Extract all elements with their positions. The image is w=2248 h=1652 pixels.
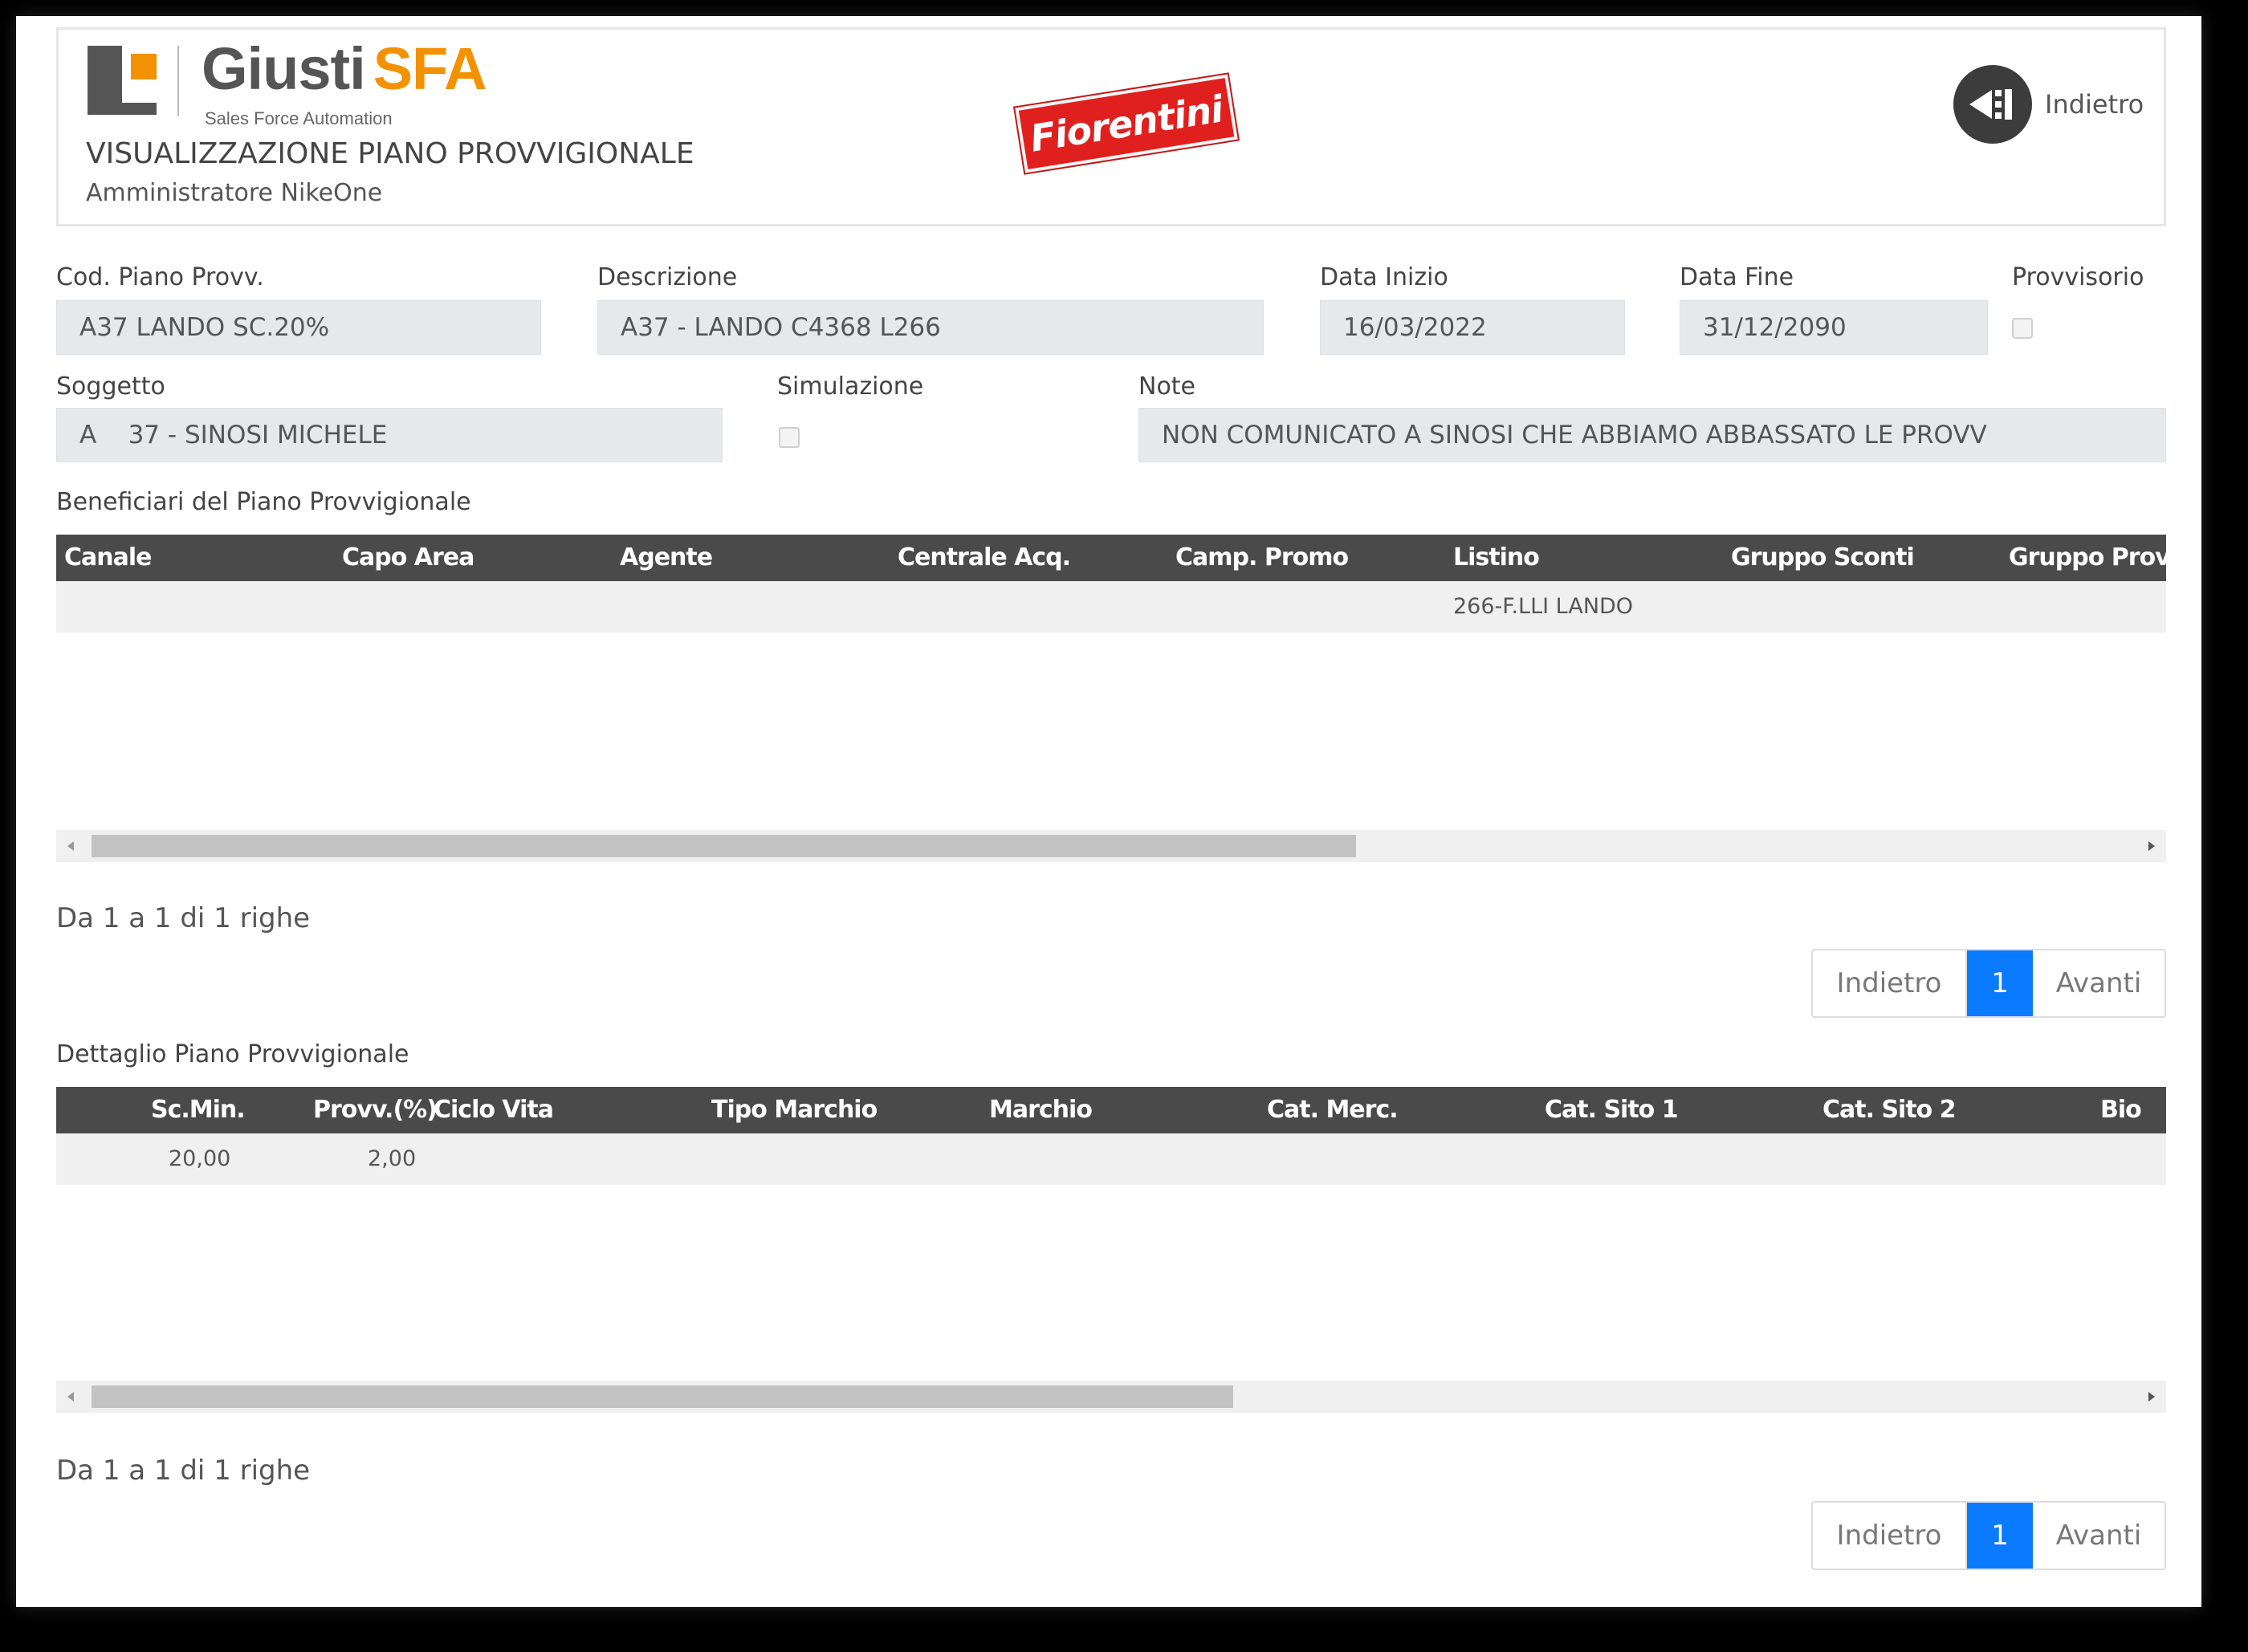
column-header[interactable]: Cat. Sito 2 <box>1822 1087 1957 1133</box>
scrollbar-thumb[interactable] <box>92 835 1356 857</box>
data-inizio-field[interactable]: 16/03/2022 <box>1320 300 1625 355</box>
data-fine-label: Data Fine <box>1680 263 1794 291</box>
table-cell: 20,00 <box>169 1146 231 1171</box>
pagination-next-button[interactable]: Avanti <box>2033 950 2165 1016</box>
column-header[interactable]: Cat. Merc. <box>1267 1087 1399 1133</box>
simulazione-label: Simulazione <box>777 372 924 401</box>
cod-piano-field[interactable]: A37 LANDO SC.20% <box>56 300 541 355</box>
back-button-label: Indietro <box>2045 89 2144 120</box>
customer-logo: Fiorentini <box>1015 74 1238 173</box>
note-label: Note <box>1138 372 1196 401</box>
column-header[interactable]: Provv.(%) <box>313 1087 438 1133</box>
beneficiari-pagination: Indietro 1 Avanti <box>1811 949 2166 1018</box>
dettaglio-pagination: Indietro 1 Avanti <box>1811 1501 2166 1570</box>
giusti-logo-icon <box>88 46 157 115</box>
scroll-right-icon[interactable] <box>2148 1392 2155 1402</box>
main-panel: Giusti SFA Sales Force Automation VISUALI… <box>16 16 2201 1607</box>
back-button[interactable]: Indietro <box>1953 65 2144 144</box>
data-inizio-label: Data Inizio <box>1320 263 1448 291</box>
back-arrow-icon <box>1953 65 2032 144</box>
column-header[interactable]: Tipo Marchio <box>711 1087 878 1133</box>
beneficiari-scrollbar[interactable] <box>56 830 2166 862</box>
pagination-next-button[interactable]: Avanti <box>2033 1503 2165 1569</box>
table-cell: 2,00 <box>368 1146 417 1171</box>
soggetto-field[interactable]: A 37 - SINOSI MICHELE <box>56 408 723 462</box>
page-title: VISUALIZZAZIONE PIANO PROVVIGIONALE <box>86 137 694 170</box>
scroll-right-icon[interactable] <box>2148 841 2155 851</box>
column-header[interactable]: Centrale Acq. <box>898 535 1071 581</box>
dettaglio-grid: Sc.Min. Provv.(%) Ciclo Vita Tipo Marchi… <box>56 1087 2166 1185</box>
column-header[interactable]: Ciclo Vita <box>434 1087 554 1133</box>
table-row[interactable]: 20,00 2,00 <box>56 1133 2166 1185</box>
column-header[interactable]: Gruppo Sconti <box>1731 535 1915 581</box>
page-header: Giusti SFA Sales Force Automation VISUALI… <box>56 27 2166 226</box>
pagination-prev-button[interactable]: Indietro <box>1813 1503 1967 1569</box>
provvisorio-checkbox[interactable] <box>2012 318 2033 339</box>
column-header[interactable]: Cat. Sito 1 <box>1545 1087 1679 1133</box>
dettaglio-row-info: Da 1 a 1 di 1 righe <box>56 1455 311 1487</box>
simulazione-checkbox[interactable] <box>779 427 800 448</box>
column-header[interactable]: Camp. Promo <box>1175 535 1349 581</box>
dettaglio-grid-header: Sc.Min. Provv.(%) Ciclo Vita Tipo Marchi… <box>56 1087 2166 1133</box>
dettaglio-scrollbar[interactable] <box>56 1381 2166 1413</box>
descrizione-label: Descrizione <box>597 263 738 291</box>
column-header[interactable]: Bio <box>2100 1087 2142 1133</box>
logo-separator <box>177 46 179 116</box>
scroll-left-icon[interactable] <box>67 841 74 851</box>
current-user: Amministratore NikeOne <box>86 179 383 207</box>
provvisorio-label: Provvisorio <box>2012 263 2144 291</box>
table-cell: 266-F.LLI LANDO <box>1453 594 1634 619</box>
column-header[interactable]: Sc.Min. <box>151 1087 246 1133</box>
column-header[interactable]: Listino <box>1453 535 1540 581</box>
descrizione-field[interactable]: A37 - LANDO C4368 L266 <box>597 300 1264 355</box>
column-header[interactable]: Capo Area <box>342 535 474 581</box>
column-header[interactable]: Agente <box>620 535 713 581</box>
beneficiari-grid: Canale Capo Area Agente Centrale Acq. Ca… <box>56 535 2166 633</box>
note-field[interactable]: NON COMUNICATO A SINOSI CHE ABBIAMO ABBA… <box>1138 408 2166 462</box>
cod-piano-label: Cod. Piano Provv. <box>56 263 264 291</box>
table-row[interactable]: 266-F.LLI LANDO <box>56 581 2166 633</box>
pagination-page-button[interactable]: 1 <box>1967 950 2033 1016</box>
column-header[interactable]: Canale <box>64 535 152 581</box>
beneficiari-grid-header: Canale Capo Area Agente Centrale Acq. Ca… <box>56 535 2166 581</box>
beneficiari-row-info: Da 1 a 1 di 1 righe <box>56 902 311 934</box>
brand-subtitle: Sales Force Automation <box>205 108 393 128</box>
pagination-prev-button[interactable]: Indietro <box>1813 950 1967 1016</box>
scrollbar-thumb[interactable] <box>92 1385 1233 1408</box>
beneficiari-title: Beneficiari del Piano Provvigionale <box>56 488 471 516</box>
dettaglio-title: Dettaglio Piano Provvigionale <box>56 1040 409 1068</box>
brand-name: Giusti SFA <box>202 35 487 102</box>
pagination-page-button[interactable]: 1 <box>1967 1503 2033 1569</box>
data-fine-field[interactable]: 31/12/2090 <box>1680 300 1988 355</box>
soggetto-label: Soggetto <box>56 372 165 401</box>
column-header[interactable]: Marchio <box>989 1087 1093 1133</box>
scroll-left-icon[interactable] <box>67 1392 74 1402</box>
column-header[interactable]: Gruppo Provv. <box>2009 535 2166 581</box>
